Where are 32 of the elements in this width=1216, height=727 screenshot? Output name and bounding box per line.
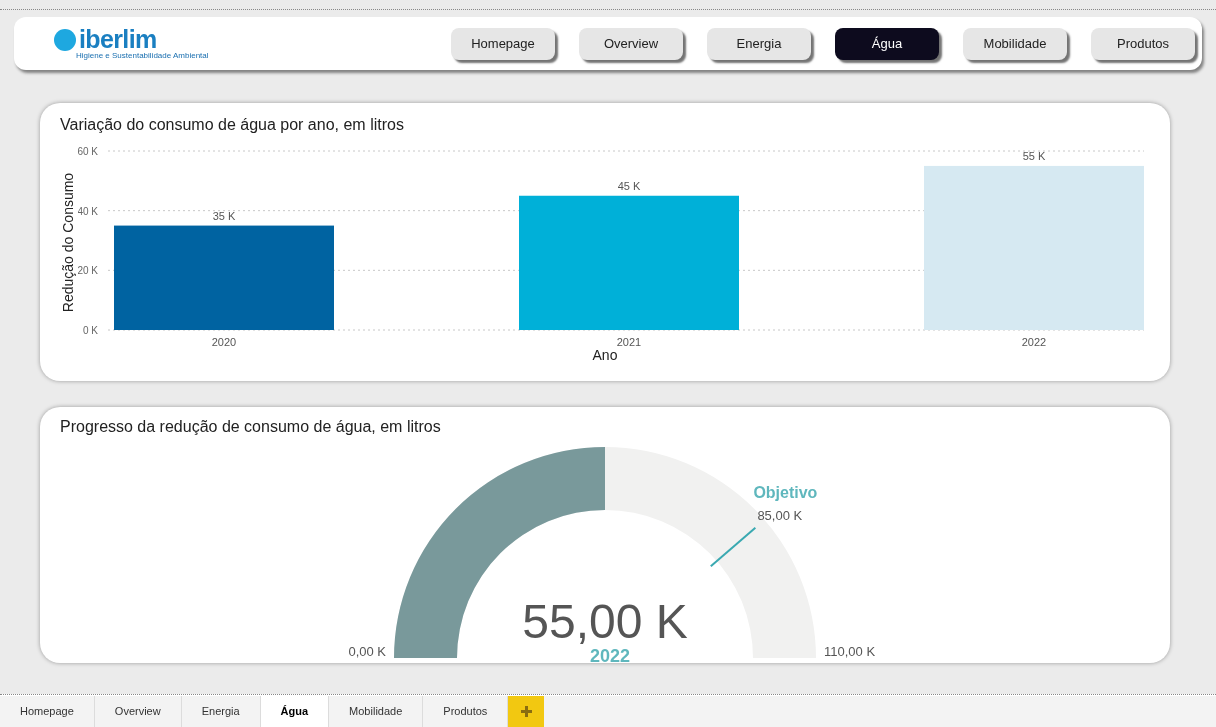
logo-dot-icon (54, 28, 76, 51)
nav-button[interactable]: Energia (707, 27, 811, 60)
x-axis-title: Ano (592, 346, 618, 365)
category-label: 2020 (211, 336, 237, 347)
gauge-max-label: 110,00 K (824, 644, 876, 659)
category-label: 2021 (616, 336, 642, 347)
logo: iberlim Higiene e Sustentabilidade Ambiental (54, 27, 209, 60)
nav-button[interactable]: Mobilidade (963, 27, 1067, 60)
gauge-value: 55,00 K (522, 595, 688, 648)
nav-button[interactable]: Produtos (1091, 27, 1195, 60)
category-label: 2022 (1021, 336, 1047, 347)
page-tab[interactable]: Água (260, 696, 330, 727)
gauge-caption: 2022 (590, 646, 630, 666)
y-axis-title: Redução do Consumo (59, 172, 78, 312)
add-page-button[interactable] (508, 696, 545, 727)
nav-button[interactable]: Overview (579, 27, 683, 60)
logo-tagline: Higiene e Sustentabilidade Ambiental (76, 52, 209, 60)
axis-tick-label: 60 K (78, 146, 98, 157)
axis-tick-label: 0 K (83, 325, 98, 336)
gauge-min-label: 0,00 K (348, 644, 386, 659)
nav-button[interactable]: Homepage (451, 27, 555, 60)
data-label: 45 K (617, 179, 641, 192)
chart-title: Variação do consumo de água por ano, em litros (60, 115, 405, 135)
data-label: 55 K (1022, 149, 1046, 162)
axis-tick-label: 40 K (78, 205, 98, 217)
target-value: 85,00 K (757, 507, 803, 523)
nav-button[interactable]: Água (835, 27, 939, 60)
gauge-title: Progresso da redução de consumo de água, em litros (60, 417, 442, 437)
target-title: Objetivo (753, 483, 818, 501)
data-label: 35 K (212, 209, 236, 222)
plus-icon (520, 706, 532, 717)
axis-tick-label: 20 K (78, 265, 98, 277)
